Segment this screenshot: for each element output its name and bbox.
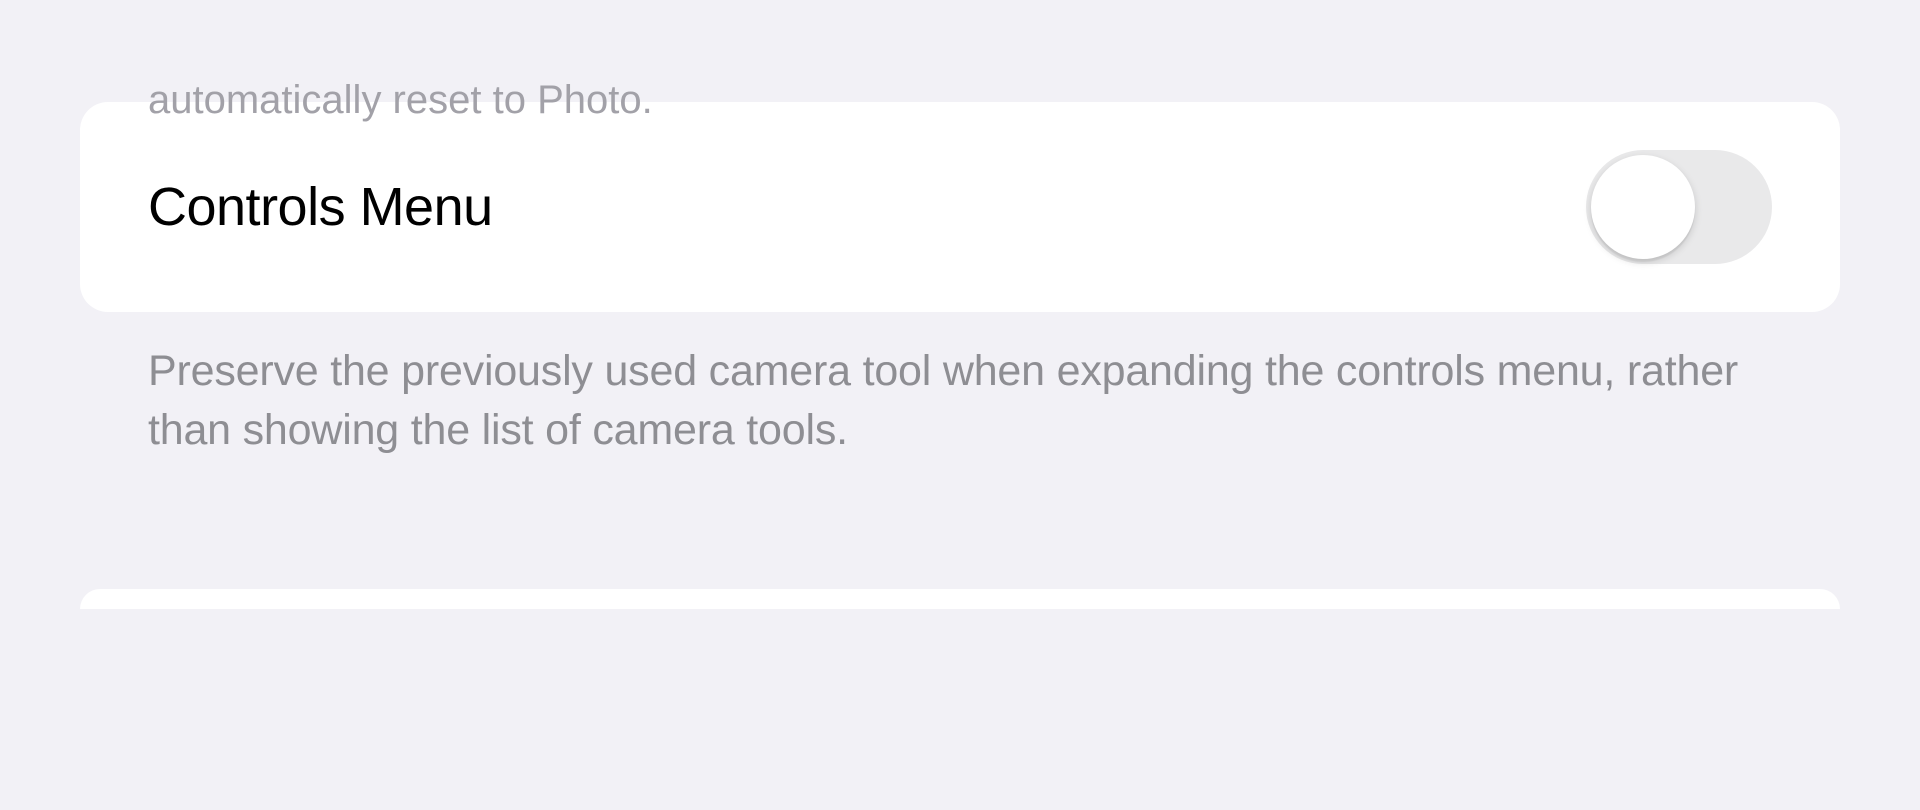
controls-menu-description: Preserve the previously used camera tool…	[80, 312, 1840, 461]
controls-menu-label: Controls Menu	[148, 176, 493, 238]
next-setting-card-top	[80, 589, 1840, 609]
previous-setting-description-truncated: automatically reset to Photo.	[80, 74, 1840, 126]
controls-menu-setting-row: Controls Menu	[80, 102, 1840, 312]
toggle-knob	[1591, 155, 1695, 259]
controls-menu-toggle[interactable]	[1586, 150, 1772, 264]
